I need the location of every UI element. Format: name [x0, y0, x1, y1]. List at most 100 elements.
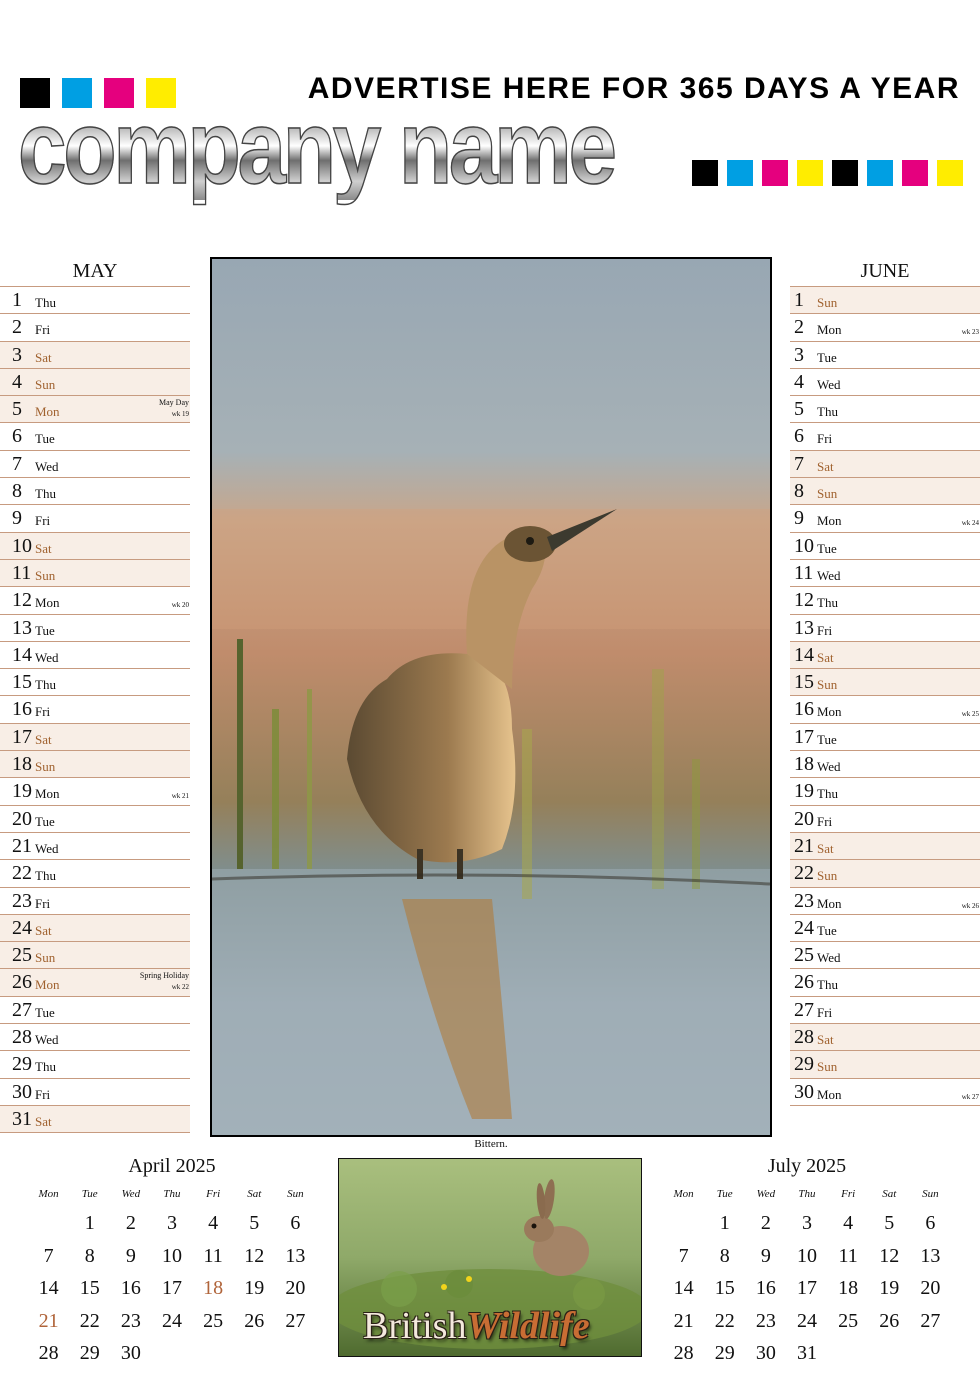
- day-number: 28: [12, 1026, 32, 1049]
- day-row: 29 Sun: [790, 1051, 980, 1079]
- day-name: Sun: [817, 486, 838, 502]
- day-number: 7: [12, 452, 22, 475]
- day-row: 18 Sun: [0, 751, 190, 779]
- mini-calendar-day: 14: [673, 1277, 694, 1300]
- day-row: 4 Wed: [790, 369, 980, 397]
- weekday-header: Fri: [206, 1188, 221, 1200]
- day-row: 17 Tue: [790, 724, 980, 752]
- day-number: 19: [12, 780, 32, 803]
- day-name: Sun: [35, 567, 56, 583]
- weekday-header: Sat: [247, 1188, 262, 1200]
- day-number: 6: [12, 425, 22, 448]
- day-name: Fri: [35, 513, 51, 529]
- mini-calendar-title: July 2025: [767, 1155, 847, 1177]
- day-row: 30 Mon wk 27: [790, 1079, 980, 1106]
- brand-word-wildlife: Wildlife: [466, 1305, 590, 1347]
- mini-calendar-day: 23: [755, 1309, 776, 1332]
- day-row: 22 Thu: [0, 860, 190, 888]
- mini-calendar-day: 13: [285, 1244, 306, 1267]
- day-name: Wed: [35, 1032, 59, 1048]
- day-name: Tue: [817, 922, 837, 938]
- day-name: Mon: [817, 322, 842, 338]
- day-number: 1: [12, 289, 22, 311]
- day-number: 29: [794, 1053, 814, 1076]
- day-row: 1 Thu: [0, 287, 190, 315]
- week-number: wk 26: [961, 901, 979, 910]
- day-number: 10: [794, 534, 814, 557]
- mini-calendar-day: 11: [838, 1244, 858, 1267]
- week-number: wk 21: [171, 792, 189, 801]
- day-row: 23 Fri: [0, 888, 190, 915]
- company-name-logo: company name: [17, 90, 617, 206]
- day-name: Sat: [817, 1032, 834, 1048]
- yellow-swatch: [937, 160, 963, 186]
- day-number: 25: [12, 944, 32, 967]
- day-name: Mon: [35, 786, 60, 802]
- mini-calendar-day: [275, 1337, 316, 1370]
- mini-calendar-day: 15: [79, 1277, 100, 1300]
- day-name: Wed: [817, 759, 841, 775]
- day-number: 29: [12, 1053, 32, 1076]
- day-number: 11: [794, 561, 814, 584]
- day-name: Fri: [817, 1004, 833, 1020]
- mini-calendar-day: 14: [38, 1277, 59, 1300]
- week-number: wk 24: [961, 519, 979, 528]
- mini-calendar-day: 2: [125, 1212, 136, 1234]
- mini-calendar-day: 7: [678, 1244, 689, 1267]
- day-row: 8 Thu: [0, 478, 190, 506]
- day-number: 4: [794, 370, 804, 393]
- photo-caption: Bittern.: [474, 1138, 508, 1150]
- weekday-header: Mon: [38, 1188, 59, 1200]
- day-row: 5 Mon May Day wk 19: [0, 396, 190, 424]
- mini-calendar-day: 3: [801, 1212, 812, 1234]
- day-name: Wed: [817, 567, 841, 583]
- weekday-header: Sat: [882, 1188, 897, 1200]
- mini-calendar-day: 20: [285, 1277, 306, 1300]
- day-row: 18 Wed: [790, 751, 980, 779]
- mini-calendar-day: [28, 1207, 69, 1240]
- day-row: 22 Sun: [790, 860, 980, 888]
- british-wildlife-brand: BritishWildlife: [363, 1304, 590, 1348]
- weekday-header: Thu: [163, 1188, 181, 1200]
- day-number: 11: [12, 561, 32, 584]
- mini-calendar-week: 28 29 30: [28, 1337, 316, 1370]
- mini-calendar-day: 6: [925, 1212, 936, 1234]
- day-name: Tue: [817, 731, 837, 747]
- day-number: 22: [12, 862, 32, 885]
- mini-calendar-day: 18: [838, 1277, 859, 1300]
- day-number: 15: [794, 671, 814, 694]
- mini-calendar-day: 9: [125, 1244, 136, 1267]
- day-row: 6 Tue: [0, 423, 190, 451]
- day-name: Mon: [35, 404, 60, 420]
- mini-calendar-day: 21: [38, 1309, 59, 1332]
- mini-calendar-day: [869, 1337, 910, 1370]
- day-name: Fri: [35, 895, 51, 911]
- day-name: Sun: [817, 677, 838, 693]
- mini-calendar-day: 4: [843, 1212, 854, 1234]
- mini-calendar-day: [910, 1337, 951, 1370]
- cyan-swatch: [727, 160, 753, 186]
- weekday-header: Thu: [798, 1188, 816, 1200]
- day-row: 25 Sun: [0, 942, 190, 970]
- mini-calendar-week: 21 22 23 24 25 26 27: [663, 1305, 951, 1338]
- mini-calendar-day: 28: [38, 1342, 59, 1365]
- day-row: 8 Sun: [790, 478, 980, 506]
- day-number: 10: [12, 534, 32, 557]
- day-name: Sat: [35, 1113, 52, 1129]
- month-title-june: JUNE: [790, 258, 980, 287]
- mini-calendar-day: 20: [920, 1277, 941, 1300]
- day-row: 15 Sun: [790, 669, 980, 697]
- yellow-swatch: [797, 160, 823, 186]
- day-row: 12 Mon wk 20: [0, 587, 190, 615]
- day-name: Sun: [35, 376, 56, 392]
- mini-calendar-day: 29: [79, 1342, 100, 1365]
- day-name: Thu: [817, 977, 838, 993]
- mini-calendar-day: [193, 1337, 234, 1370]
- mini-calendar-day: 26: [244, 1309, 265, 1332]
- day-number: 30: [12, 1080, 32, 1103]
- holiday-label: May Day: [159, 398, 189, 408]
- day-number: 8: [794, 480, 804, 503]
- cyan-swatch: [867, 160, 893, 186]
- day-number: 6: [794, 425, 804, 448]
- day-row: 3 Sat: [0, 341, 190, 369]
